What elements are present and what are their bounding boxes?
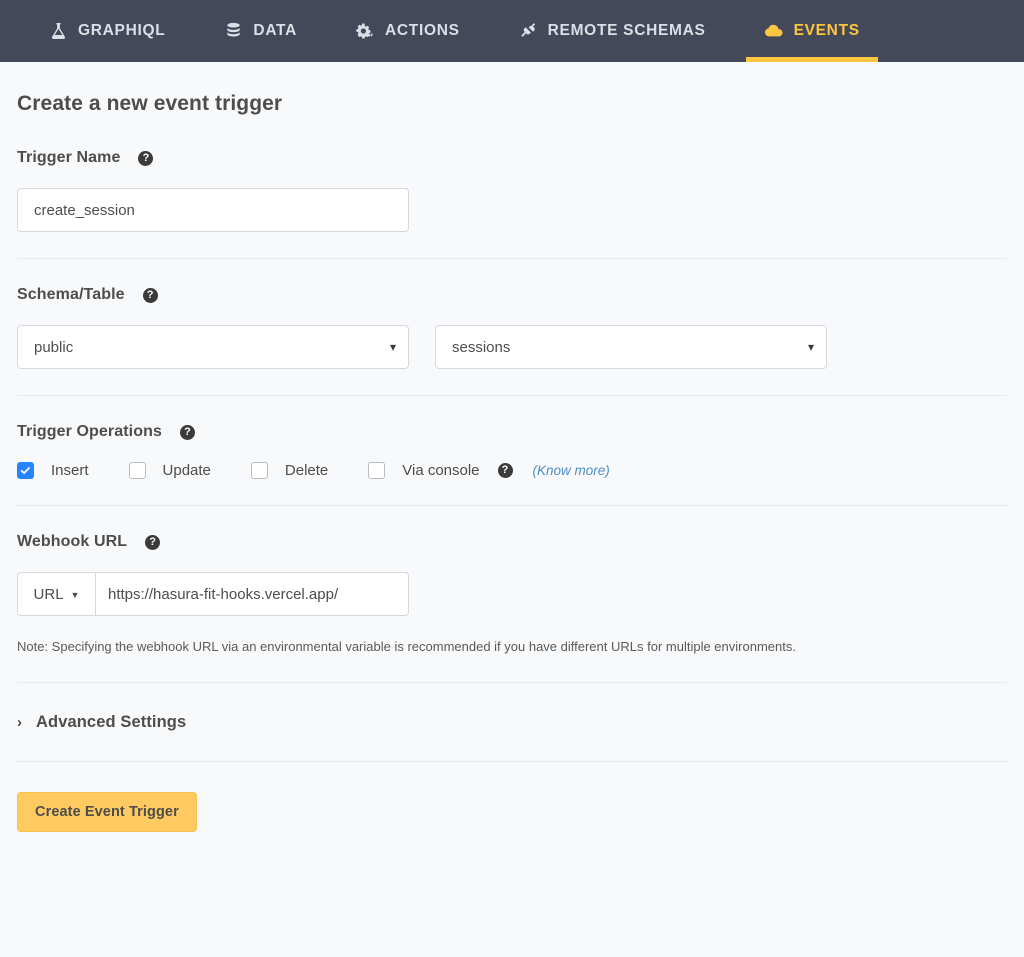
operation-label: Delete xyxy=(284,462,329,479)
checkbox-via-console[interactable] xyxy=(368,462,386,479)
table-select-wrapper: sessions ▾ xyxy=(435,325,827,369)
trigger-operations-label: Trigger Operations ? xyxy=(17,423,1007,441)
webhook-url-section: Webhook URL ? URL ▼ Note: Specifying the… xyxy=(17,506,1007,682)
operation-update[interactable]: Update xyxy=(128,462,211,479)
chevron-down-icon: ▼ xyxy=(70,589,80,600)
checkbox-insert[interactable] xyxy=(17,462,34,479)
chevron-right-icon: › xyxy=(17,714,22,732)
operation-label: Update xyxy=(162,462,211,479)
help-icon[interactable]: ? xyxy=(142,287,158,303)
trigger-name-label: Trigger Name ? xyxy=(17,149,1007,167)
nav-tab-events[interactable]: EVENTS xyxy=(745,0,878,62)
cloud-icon xyxy=(764,21,784,41)
nav-tab-actions[interactable]: ACTIONS xyxy=(337,0,478,62)
nav-tab-remote-schemas[interactable]: REMOTE SCHEMAS xyxy=(500,0,724,62)
nav-tab-graphiql[interactable]: GRAPHIQL xyxy=(30,0,183,62)
webhook-note: Note: Specifying the webhook URL via an … xyxy=(17,639,796,654)
operation-via-console[interactable]: Via console ? (Know more) xyxy=(368,462,610,479)
operation-delete[interactable]: Delete xyxy=(250,462,329,479)
schema-select-wrapper: public ▾ xyxy=(17,325,409,369)
create-event-trigger-button[interactable]: Create Event Trigger xyxy=(17,792,197,833)
operation-label: Insert xyxy=(51,462,89,479)
operation-label: Via console xyxy=(402,462,480,479)
know-more-link[interactable]: (Know more) xyxy=(533,463,610,478)
nav-tab-label: EVENTS xyxy=(793,22,860,39)
checkbox-update[interactable] xyxy=(128,462,146,479)
webhook-url-input[interactable] xyxy=(95,572,409,616)
advanced-settings-label: Advanced Settings xyxy=(36,713,187,732)
trigger-operations-label-text: Trigger Operations xyxy=(17,423,162,440)
active-tab-indicator xyxy=(745,57,878,62)
trigger-operations-row: Insert Update Delete Via console ? (Know… xyxy=(17,462,1007,479)
nav-tab-label: DATA xyxy=(253,22,297,39)
help-icon[interactable]: ? xyxy=(138,150,154,166)
cogs-icon xyxy=(355,21,375,41)
check-icon xyxy=(20,467,30,475)
webhook-type-label: URL xyxy=(33,585,64,603)
nav-tab-data[interactable]: DATA xyxy=(205,0,315,62)
nav-tab-label: GRAPHIQL xyxy=(78,22,166,39)
webhook-input-group: URL ▼ xyxy=(17,572,409,616)
help-icon[interactable]: ? xyxy=(179,424,195,440)
webhook-url-label: Webhook URL ? xyxy=(17,533,1007,551)
schema-table-label-text: Schema/Table xyxy=(17,286,125,303)
nav-tab-label: ACTIONS xyxy=(384,22,460,39)
trigger-name-input[interactable] xyxy=(17,188,409,232)
table-select[interactable]: sessions xyxy=(435,325,827,369)
top-navigation-bar: GRAPHIQL DATA ACTIONS REMOTE SCHEMAS EVE… xyxy=(0,0,1024,62)
create-event-trigger-page: Create a new event trigger Trigger Name … xyxy=(0,62,1024,833)
help-icon[interactable]: ? xyxy=(145,534,161,550)
trigger-operations-section: Trigger Operations ? Insert Update Delet… xyxy=(17,396,1007,505)
checkbox-delete[interactable] xyxy=(250,462,268,479)
plug-icon xyxy=(518,21,538,41)
webhook-type-dropdown[interactable]: URL ▼ xyxy=(17,572,95,616)
database-icon xyxy=(223,21,243,41)
page-title: Create a new event trigger xyxy=(17,92,283,115)
trigger-name-section: Trigger Name ? xyxy=(17,122,1007,258)
help-icon[interactable]: ? xyxy=(497,463,513,478)
operation-insert[interactable]: Insert xyxy=(17,462,89,479)
webhook-url-label-text: Webhook URL xyxy=(17,533,128,550)
schema-table-section: Schema/Table ? public ▾ sessions ▾ xyxy=(17,259,1007,395)
nav-tab-label: REMOTE SCHEMAS xyxy=(547,22,706,39)
trigger-name-label-text: Trigger Name xyxy=(17,149,121,166)
schema-table-label: Schema/Table ? xyxy=(17,286,1007,304)
schema-table-row: public ▾ sessions ▾ xyxy=(17,325,1007,369)
schema-select[interactable]: public xyxy=(17,325,409,369)
submit-section: Create Event Trigger xyxy=(17,762,1007,833)
flask-icon xyxy=(48,21,68,41)
advanced-settings-toggle[interactable]: › Advanced Settings xyxy=(17,683,1007,761)
